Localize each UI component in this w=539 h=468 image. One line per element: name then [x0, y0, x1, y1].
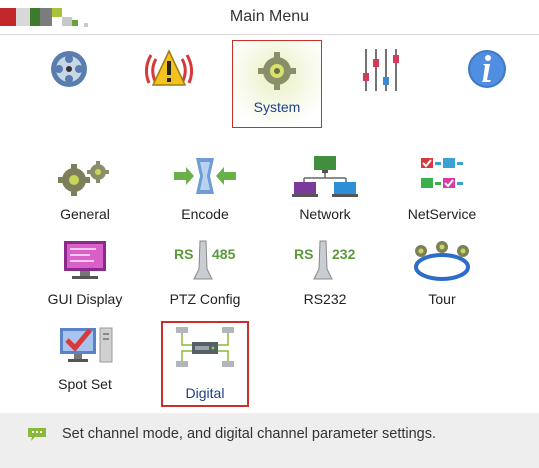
item-network[interactable]: Network [270, 150, 380, 230]
item-rs232[interactable]: RS 232 RS232 [270, 235, 380, 315]
reel-icon [39, 43, 99, 99]
item-ptz-config[interactable]: RS 485 PTZ Config [150, 235, 260, 315]
spot-set-icon [50, 324, 120, 368]
gui-display-icon [50, 239, 120, 283]
item-spot-set-label: Spot Set [58, 376, 112, 392]
tab-advanced[interactable]: Advanced [338, 41, 428, 125]
status-bar: Set channel mode, and digital channel pa… [0, 413, 539, 468]
speech-bubble-icon [27, 427, 47, 442]
digital-icon [170, 325, 240, 369]
encode-icon [170, 154, 240, 198]
tab-advanced-label: Advanced [351, 99, 415, 115]
rs232-number: 232 [332, 246, 356, 262]
rs232-text: RS [294, 246, 313, 262]
tour-icon [407, 239, 477, 283]
item-ptz-config-label: PTZ Config [169, 291, 241, 307]
item-gui-display[interactable]: GUI Display [30, 235, 140, 315]
tab-alarm[interactable]: Alarm [124, 41, 214, 125]
tab-alarm-label: Alarm [150, 99, 188, 115]
item-encode[interactable]: Encode [150, 150, 260, 230]
rs485-text: RS [174, 246, 193, 262]
network-icon [290, 154, 360, 198]
item-digital[interactable]: Digital [161, 321, 249, 407]
status-message: Set channel mode, and digital channel pa… [62, 426, 437, 442]
item-general-label: General [60, 206, 110, 222]
item-netservice-label: NetService [407, 206, 477, 222]
item-spot-set[interactable]: Spot Set [30, 320, 140, 400]
tab-record[interactable]: Record [24, 41, 114, 125]
netservice-icon [407, 154, 477, 198]
item-network-label: Network [299, 206, 351, 222]
tab-info[interactable]: Info [442, 41, 532, 125]
item-tour[interactable]: Tour [387, 235, 497, 315]
info-icon [457, 43, 517, 99]
rs485-number: 485 [212, 246, 236, 262]
title-bar: Main Menu [0, 0, 539, 35]
item-encode-label: Encode [181, 206, 229, 222]
item-rs232-label: RS232 [303, 291, 347, 307]
window-title: Main Menu [229, 8, 310, 25]
item-netservice[interactable]: NetService [387, 150, 497, 230]
main-tab-bar: Record Alarm System Advanced Info [0, 35, 539, 130]
sliders-icon [353, 43, 413, 99]
tab-system[interactable]: System [232, 40, 322, 128]
tab-info-label: Info [475, 99, 499, 115]
gears-icon [50, 154, 120, 198]
tab-system-label: System [253, 99, 301, 115]
item-tour-label: Tour [428, 291, 456, 307]
tab-record-label: Record [46, 99, 92, 115]
gear-icon [247, 43, 307, 99]
alarm-icon [139, 43, 199, 99]
item-general[interactable]: General [30, 150, 140, 230]
rs485-icon: RS 485 [170, 239, 240, 283]
item-gui-display-label: GUI Display [47, 291, 123, 307]
rs232-icon: RS 232 [290, 239, 360, 283]
item-digital-label: Digital [185, 385, 225, 401]
